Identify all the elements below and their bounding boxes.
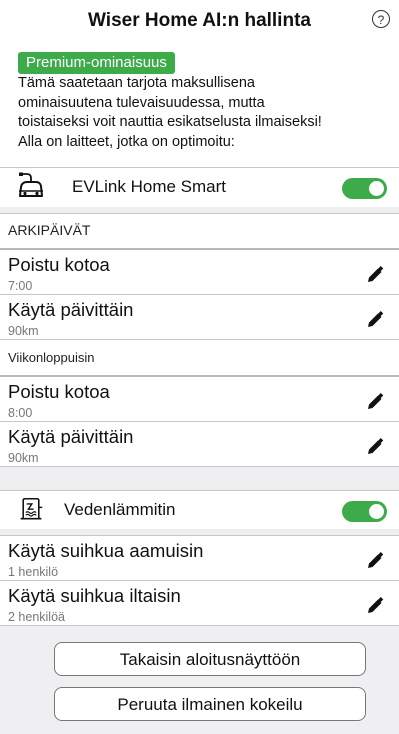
item-value: 1 henkilö (8, 565, 59, 579)
pencil-icon[interactable] (365, 596, 385, 616)
ev-enable-toggle[interactable] (342, 178, 387, 199)
pencil-icon[interactable] (365, 437, 385, 457)
ev-device-row: EVLink Home Smart (0, 168, 399, 206)
premium-description: Tämä saatetaan tarjota maksullisena omin… (18, 74, 390, 152)
item-value: 7:00 (8, 279, 33, 293)
description-line: toistaiseksi voit nauttia esikatselusta … (18, 114, 322, 130)
help-icon[interactable]: ? (372, 10, 390, 28)
section-spacer (0, 467, 399, 490)
pencil-icon[interactable] (365, 265, 385, 285)
pencil-icon[interactable] (365, 310, 385, 330)
item-value: 2 henkilöä (8, 610, 65, 624)
item-title: Käytä päivittäin (8, 426, 134, 447)
ev-device-name: EVLink Home Smart (72, 177, 226, 196)
description-line: Tämä saatetaan tarjota maksullisena (18, 75, 255, 91)
item-value: 90km (8, 324, 39, 338)
list-item-shower-evening[interactable]: Käytä suihkua iltaisin 2 henkilöä (0, 581, 399, 626)
weekdays-header: ARKIPÄIVÄT (0, 214, 399, 248)
item-title: Käytä päivittäin (8, 299, 134, 320)
back-to-home-button[interactable]: Takaisin aloitusnäyttöön (54, 642, 366, 676)
heater-enable-toggle[interactable] (342, 501, 387, 522)
weekdays-label: ARKIPÄIVÄT (8, 222, 91, 238)
item-title: Poistu kotoa (8, 381, 110, 402)
header: Wiser Home AI:n hallinta ? (0, 0, 399, 38)
heater-device-row: Vedenlämmitin (0, 491, 399, 529)
item-value: 90km (8, 451, 39, 465)
pencil-icon[interactable] (365, 551, 385, 571)
list-item-leave-home-weekend[interactable]: Poistu kotoa 8:00 (0, 377, 399, 422)
list-item-shower-morning[interactable]: Käytä suihkua aamuisin 1 henkilö (0, 536, 399, 581)
heater-device-name: Vedenlämmitin (64, 500, 176, 519)
cancel-trial-button[interactable]: Peruuta ilmainen kokeilu (54, 687, 366, 721)
weekend-label: Viikonloppuisin (8, 350, 95, 365)
page-title: Wiser Home AI:n hallinta (88, 10, 311, 31)
list-item-daily-use-weekday[interactable]: Käytä päivittäin 90km (0, 295, 399, 340)
ev-charger-icon (19, 172, 43, 197)
weekend-header: Viikonloppuisin (0, 340, 399, 375)
toggle-knob (369, 181, 384, 196)
water-heater-icon (20, 497, 43, 520)
list-item-daily-use-weekend[interactable]: Käytä päivittäin 90km (0, 422, 399, 467)
description-line: Alla on laitteet, jotka on optimoitu: (18, 133, 235, 150)
premium-badge: Premium-ominaisuus (18, 52, 175, 74)
item-title: Poistu kotoa (8, 254, 110, 275)
list-item-leave-home-weekday[interactable]: Poistu kotoa 7:00 (0, 250, 399, 295)
item-title: Käytä suihkua iltaisin (8, 585, 181, 606)
item-title: Käytä suihkua aamuisin (8, 540, 204, 561)
toggle-knob (369, 504, 384, 519)
item-value: 8:00 (8, 406, 33, 420)
description-line: ominaisuutena tulevaisuudessa, mutta (18, 94, 265, 111)
pencil-icon[interactable] (365, 392, 385, 412)
